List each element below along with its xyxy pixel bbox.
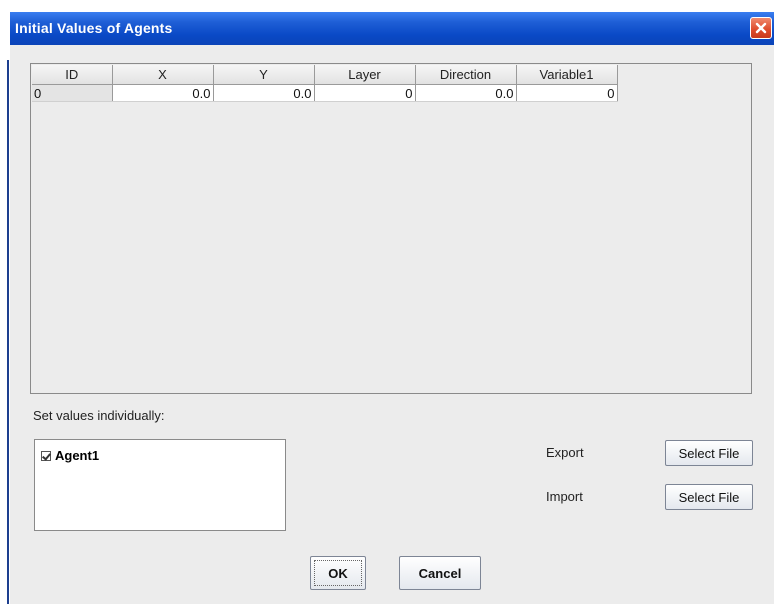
column-header-y[interactable]: Y xyxy=(213,65,315,85)
agent-checkbox[interactable] xyxy=(41,450,51,461)
focus-ring xyxy=(314,560,362,586)
cell-direction[interactable]: 0.0 xyxy=(415,84,517,102)
export-select-file-button[interactable]: Select File xyxy=(665,440,753,466)
cell-x[interactable]: 0.0 xyxy=(112,84,214,102)
column-header-direction[interactable]: Direction xyxy=(415,65,517,85)
agent-name: Agent1 xyxy=(55,448,100,463)
column-header-x[interactable]: X xyxy=(112,65,214,85)
cell-variable1[interactable]: 0 xyxy=(516,84,618,102)
background-window-border xyxy=(7,60,9,604)
cell-id[interactable]: 0 xyxy=(32,84,113,102)
agents-table-area[interactable]: ID X Y Layer Direction Variable1 0 0.0 0… xyxy=(30,63,752,394)
table-row: 0 0.0 0.0 0 0.0 0 xyxy=(32,84,618,102)
close-icon xyxy=(755,22,767,34)
dialog-title: Initial Values of Agents xyxy=(15,20,173,36)
import-label: Import xyxy=(546,489,583,504)
close-button[interactable] xyxy=(750,17,772,39)
import-select-file-button[interactable]: Select File xyxy=(665,484,753,510)
cancel-button[interactable]: Cancel xyxy=(399,556,481,590)
initial-values-dialog: Initial Values of Agents ID X Y Layer Di… xyxy=(10,12,774,604)
column-header-layer[interactable]: Layer xyxy=(314,65,416,85)
column-header-variable1[interactable]: Variable1 xyxy=(516,65,618,85)
cell-y[interactable]: 0.0 xyxy=(213,84,315,102)
export-label: Export xyxy=(546,445,584,460)
list-item[interactable]: Agent1 xyxy=(41,448,99,463)
ok-button[interactable]: OK xyxy=(310,556,366,590)
agent-list[interactable]: Agent1 xyxy=(34,439,286,531)
agents-table: ID X Y Layer Direction Variable1 0 0.0 0… xyxy=(32,65,618,102)
column-header-id[interactable]: ID xyxy=(32,65,113,85)
cell-layer[interactable]: 0 xyxy=(314,84,416,102)
set-values-label: Set values individually: xyxy=(33,408,165,423)
title-bar[interactable]: Initial Values of Agents xyxy=(10,12,774,45)
table-header-row: ID X Y Layer Direction Variable1 xyxy=(32,65,618,85)
